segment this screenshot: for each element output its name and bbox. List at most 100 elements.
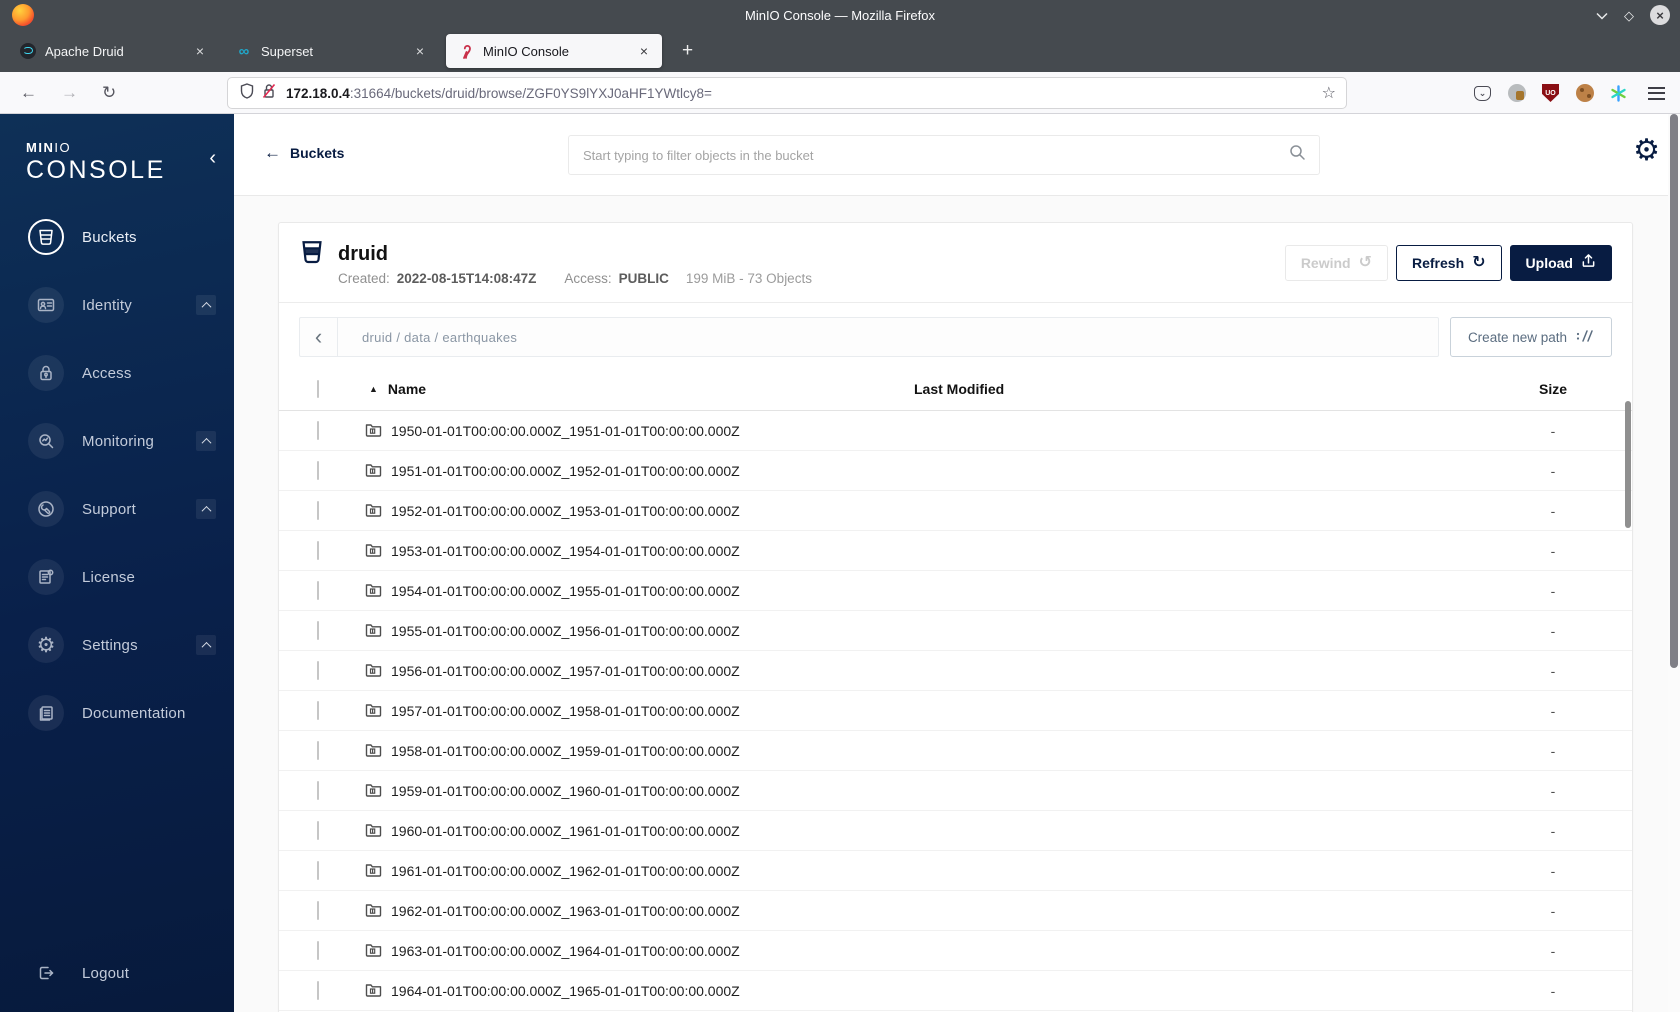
asterisk-extension-icon[interactable] [1609,84,1628,103]
row-checkbox[interactable] [317,900,319,920]
row-checkbox[interactable] [317,420,319,440]
page-scrollbar[interactable] [1668,114,1680,1012]
tab-minio-console-active[interactable]: MinIO Console × [446,34,662,68]
table-row[interactable]: 1950-01-01T00:00:00.000Z_1951-01-01T00:0… [279,411,1632,451]
collapse-chevron-icon[interactable] [196,499,216,519]
row-checkbox[interactable] [317,460,319,480]
breadcrumb[interactable]: druid / data / earthquakes [338,330,517,345]
row-checkbox[interactable] [317,740,319,760]
table-row[interactable]: 1957-01-01T00:00:00.000Z_1958-01-01T00:0… [279,691,1632,731]
object-name[interactable]: 1953-01-01T00:00:00.000Z_1954-01-01T00:0… [391,543,740,559]
table-row[interactable]: 1951-01-01T00:00:00.000Z_1952-01-01T00:0… [279,451,1632,491]
object-name[interactable]: 1951-01-01T00:00:00.000Z_1952-01-01T00:0… [391,463,740,479]
object-name[interactable]: 1964-01-01T00:00:00.000Z_1965-01-01T00:0… [391,983,740,999]
privacy-badger-icon[interactable] [1507,84,1526,103]
row-checkbox[interactable] [317,620,319,640]
upload-button[interactable]: Upload [1509,244,1612,281]
menu-hamburger-icon[interactable] [1647,84,1666,103]
path-back-chevron-icon[interactable]: ‹ [300,318,338,356]
back-icon[interactable]: ← [14,80,43,105]
table-row[interactable]: 1963-01-01T00:00:00.000Z_1964-01-01T00:0… [279,931,1632,971]
column-header-size[interactable]: Size [1474,381,1632,397]
table-row[interactable]: 1964-01-01T00:00:00.000Z_1965-01-01T00:0… [279,971,1632,1011]
tracking-shield-icon[interactable] [240,82,254,104]
pocket-icon[interactable]: ⌄ [1473,84,1492,103]
object-name[interactable]: 1955-01-01T00:00:00.000Z_1956-01-01T00:0… [391,623,740,639]
ublock-icon[interactable]: UO [1541,84,1560,103]
cookie-extension-icon[interactable] [1575,84,1594,103]
sidebar-item-license[interactable]: License [0,543,234,611]
object-name[interactable]: 1950-01-01T00:00:00.000Z_1951-01-01T00:0… [391,423,740,439]
row-checkbox[interactable] [317,860,319,880]
table-row[interactable]: 1961-01-01T00:00:00.000Z_1962-01-01T00:0… [279,851,1632,891]
sidebar-item-documentation[interactable]: Documentation [0,679,234,747]
refresh-button[interactable]: Refresh ↻ [1396,244,1502,281]
object-name[interactable]: 1959-01-01T00:00:00.000Z_1960-01-01T00:0… [391,783,740,799]
row-checkbox[interactable] [317,780,319,800]
console-settings-gear-icon[interactable]: ⚙ [1633,136,1660,166]
window-minimize-icon[interactable] [1596,9,1608,22]
row-checkbox[interactable] [317,940,319,960]
new-tab-button[interactable]: + [674,40,701,62]
tab-close-icon[interactable]: × [638,43,650,59]
tab-close-icon[interactable]: × [194,43,206,59]
sidebar-item-buckets[interactable]: Buckets [0,203,234,271]
insecure-lock-icon[interactable] [262,83,276,104]
row-checkbox[interactable] [317,540,319,560]
object-name[interactable]: 1957-01-01T00:00:00.000Z_1958-01-01T00:0… [391,703,740,719]
url-bar[interactable]: 172.18.0.4:31664/buckets/druid/browse/ZG… [228,78,1346,108]
sidebar-item-monitoring[interactable]: Monitoring [0,407,234,475]
window-maximize-icon[interactable]: ◇ [1624,9,1634,22]
select-all-checkbox[interactable] [317,379,319,398]
row-checkbox[interactable] [317,660,319,680]
sidebar-item-settings[interactable]: ⚙ Settings [0,611,234,679]
page-scrollbar-thumb[interactable] [1670,114,1678,668]
rewind-button[interactable]: Rewind ↺ [1284,244,1388,281]
sidebar-item-identity[interactable]: Identity [0,271,234,339]
row-checkbox[interactable] [317,580,319,600]
forward-icon[interactable]: → [55,80,84,105]
table-row[interactable]: 1953-01-01T00:00:00.000Z_1954-01-01T00:0… [279,531,1632,571]
collapse-chevron-icon[interactable] [196,295,216,315]
sort-ascending-icon[interactable]: ▲ [369,384,378,394]
row-checkbox[interactable] [317,500,319,520]
tab-apache-druid[interactable]: Apache Druid × [8,34,218,68]
table-row[interactable]: 1954-01-01T00:00:00.000Z_1955-01-01T00:0… [279,571,1632,611]
sidebar-collapse-icon[interactable]: ‹ [209,148,216,168]
sidebar-item-logout[interactable]: Logout [0,948,234,998]
sidebar-item-support[interactable]: Support [0,475,234,543]
table-row[interactable]: 1958-01-01T00:00:00.000Z_1959-01-01T00:0… [279,731,1632,771]
sidebar-item-access[interactable]: Access [0,339,234,407]
object-name[interactable]: 1954-01-01T00:00:00.000Z_1955-01-01T00:0… [391,583,740,599]
row-checkbox[interactable] [317,700,319,720]
table-row[interactable]: 1960-01-01T00:00:00.000Z_1961-01-01T00:0… [279,811,1632,851]
object-name[interactable]: 1952-01-01T00:00:00.000Z_1953-01-01T00:0… [391,503,740,519]
search-input[interactable] [569,147,1289,163]
create-new-path-button[interactable]: Create new path [1449,317,1612,357]
bookmark-star-icon[interactable]: ☆ [1322,83,1336,103]
row-checkbox[interactable] [317,820,319,840]
object-name[interactable]: 1961-01-01T00:00:00.000Z_1962-01-01T00:0… [391,863,740,879]
collapse-chevron-icon[interactable] [196,431,216,451]
table-row[interactable]: 1955-01-01T00:00:00.000Z_1956-01-01T00:0… [279,611,1632,651]
object-name[interactable]: 1962-01-01T00:00:00.000Z_1963-01-01T00:0… [391,903,740,919]
reload-icon[interactable]: ↻ [96,80,122,105]
tab-superset[interactable]: ∞ Superset × [224,34,438,68]
tab-close-icon[interactable]: × [414,43,426,59]
collapse-chevron-icon[interactable] [196,635,216,655]
row-checkbox[interactable] [317,980,319,1000]
column-header-name[interactable]: Name [388,381,426,397]
window-close-icon[interactable]: × [1650,5,1670,25]
table-row[interactable]: 1959-01-01T00:00:00.000Z_1960-01-01T00:0… [279,771,1632,811]
table-scrollbar-thumb[interactable] [1625,401,1631,528]
url-text[interactable]: 172.18.0.4:31664/buckets/druid/browse/ZG… [286,86,1322,101]
table-row[interactable]: 1952-01-01T00:00:00.000Z_1953-01-01T00:0… [279,491,1632,531]
object-name[interactable]: 1960-01-01T00:00:00.000Z_1961-01-01T00:0… [391,823,740,839]
table-row[interactable]: 1962-01-01T00:00:00.000Z_1963-01-01T00:0… [279,891,1632,931]
table-row[interactable]: 1956-01-01T00:00:00.000Z_1957-01-01T00:0… [279,651,1632,691]
object-name[interactable]: 1958-01-01T00:00:00.000Z_1959-01-01T00:0… [391,743,740,759]
column-header-last-modified[interactable]: Last Modified [914,381,1474,397]
object-name[interactable]: 1956-01-01T00:00:00.000Z_1957-01-01T00:0… [391,663,740,679]
object-name[interactable]: 1963-01-01T00:00:00.000Z_1964-01-01T00:0… [391,943,740,959]
back-to-buckets-link[interactable]: ← Buckets [264,144,344,161]
